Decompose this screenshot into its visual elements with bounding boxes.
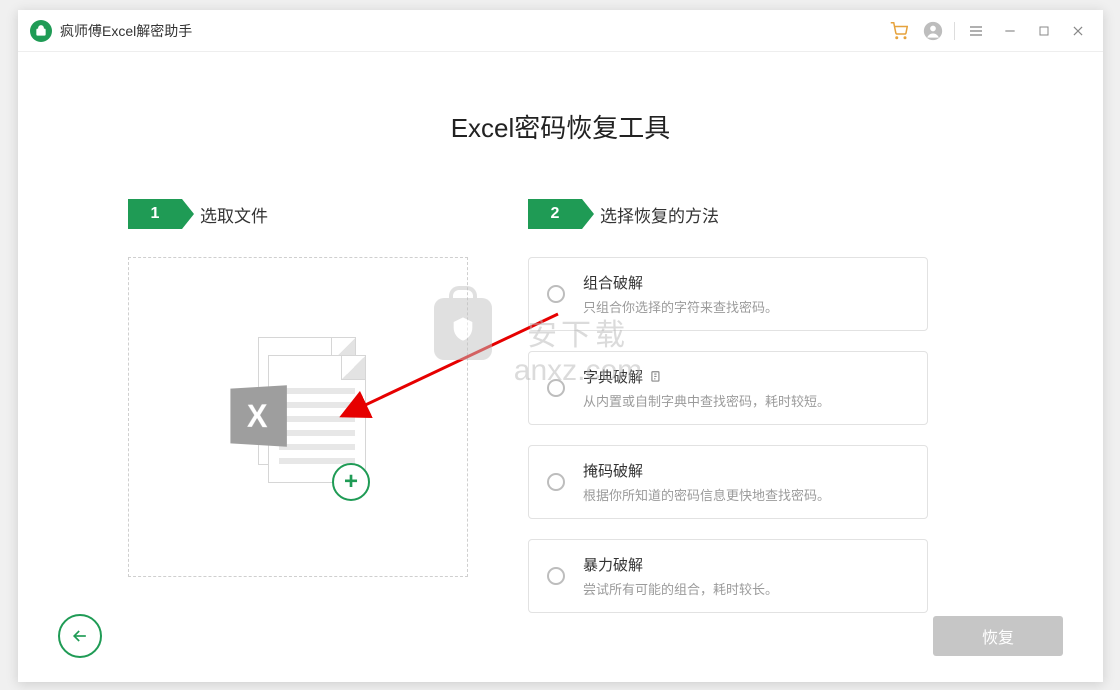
step-2-column: 2 选择恢复的方法 组合破解 只组合你选择的字符来查找密码。 字典破解 (528, 199, 928, 613)
file-dropzone[interactable]: X + (128, 257, 468, 577)
radio-icon (547, 473, 565, 491)
step-1-header: 1 选取文件 (128, 199, 468, 229)
page-title: Excel密码恢复工具 (18, 108, 1103, 145)
add-file-icon: + (332, 463, 370, 501)
account-icon[interactable] (916, 14, 950, 48)
step-1-column: 1 选取文件 X + (128, 199, 468, 613)
content-area: 1 选取文件 X + (18, 199, 1103, 613)
radio-icon (547, 567, 565, 585)
excel-x-glyph: X (230, 385, 286, 447)
restore-button[interactable]: 恢复 (933, 616, 1063, 656)
step-1-badge: 1 (128, 199, 182, 229)
app-window: 疯师傅Excel解密助手 Excel密码恢复工具 1 选取文件 (18, 10, 1103, 682)
page-settings-icon (649, 370, 663, 384)
method-title: 掩码破解 (583, 460, 643, 481)
method-desc: 只组合你选择的字符来查找密码。 (583, 297, 911, 316)
step-2-label: 选择恢复的方法 (600, 202, 719, 227)
method-desc: 根据你所知道的密码信息更快地查找密码。 (583, 485, 911, 504)
method-dictionary[interactable]: 字典破解 从内置或自制字典中查找密码，耗时较短。 (528, 351, 928, 425)
method-desc: 尝试所有可能的组合，耗时较长。 (583, 579, 911, 598)
titlebar: 疯师傅Excel解密助手 (18, 10, 1103, 52)
radio-icon (547, 379, 565, 397)
maximize-button[interactable] (1027, 14, 1061, 48)
method-bruteforce[interactable]: 暴力破解 尝试所有可能的组合，耗时较长。 (528, 539, 928, 613)
method-title: 组合破解 (583, 272, 643, 293)
method-combo[interactable]: 组合破解 只组合你选择的字符来查找密码。 (528, 257, 928, 331)
minimize-button[interactable] (993, 14, 1027, 48)
app-title: 疯师傅Excel解密助手 (60, 21, 192, 41)
step-1-label: 选取文件 (200, 202, 268, 227)
app-logo-icon (30, 20, 52, 42)
radio-icon (547, 285, 565, 303)
back-button[interactable] (58, 614, 102, 658)
step-2-header: 2 选择恢复的方法 (528, 199, 928, 229)
excel-file-icon: X + (228, 327, 368, 507)
step-2-badge: 2 (528, 199, 582, 229)
menu-icon[interactable] (959, 14, 993, 48)
method-mask[interactable]: 掩码破解 根据你所知道的密码信息更快地查找密码。 (528, 445, 928, 519)
cart-icon[interactable] (882, 14, 916, 48)
close-button[interactable] (1061, 14, 1095, 48)
method-title: 暴力破解 (583, 554, 643, 575)
footer: 恢复 (18, 614, 1103, 658)
background-fragment (0, 0, 60, 4)
method-list: 组合破解 只组合你选择的字符来查找密码。 字典破解 从内置或自制字典中查找密码，… (528, 257, 928, 613)
method-title: 字典破解 (583, 366, 643, 387)
method-desc: 从内置或自制字典中查找密码，耗时较短。 (583, 391, 911, 410)
